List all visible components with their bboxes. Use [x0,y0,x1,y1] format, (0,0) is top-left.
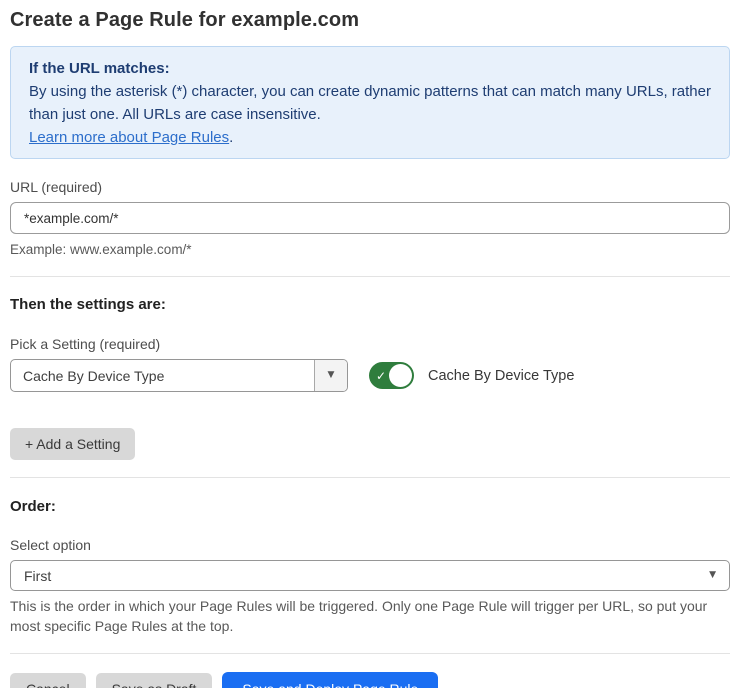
learn-more-link[interactable]: Learn more about Page Rules [29,129,229,146]
page-title: Create a Page Rule for example.com [10,9,730,31]
info-box-link-line: Learn more about Page Rules. [29,126,711,149]
pick-setting-label: Pick a Setting (required) [10,336,730,352]
dropdown-arrow-icon: ▼ [709,571,716,580]
settings-heading: Then the settings are: [10,296,730,313]
url-input[interactable] [10,202,730,234]
setting-row: Cache By Device Type ▼ ✓ Cache By Device… [10,359,730,392]
toggle-knob [389,364,412,387]
save-draft-button[interactable]: Save as Draft [96,673,213,688]
order-heading: Order: [10,498,730,515]
add-setting-button[interactable]: + Add a Setting [10,428,135,460]
section-divider [10,276,730,277]
setting-select-value[interactable]: Cache By Device Type [11,360,314,391]
footer-divider [10,653,730,654]
checkmark-icon: ✓ [376,370,386,382]
page-rule-form: Create a Page Rule for example.com If th… [0,0,750,688]
order-select[interactable]: First ▼ [10,560,730,591]
link-period: . [229,129,233,146]
toggle-label: Cache By Device Type [428,368,574,384]
info-box-body: By using the asterisk (*) character, you… [29,80,711,126]
order-select-label: Select option [10,537,730,553]
cache-by-device-toggle[interactable]: ✓ [369,362,414,389]
url-label: URL (required) [10,179,730,195]
section-divider [10,477,730,478]
info-box-heading: If the URL matches: [29,57,711,80]
order-helper-text: This is the order in which your Page Rul… [10,596,724,636]
setting-select-arrow-button[interactable]: ▼ [314,360,347,391]
setting-select[interactable]: Cache By Device Type ▼ [10,359,348,392]
order-select-value: First [24,568,51,584]
save-deploy-button[interactable]: Save and Deploy Page Rule [222,672,438,688]
footer-actions: Cancel Save as Draft Save and Deploy Pag… [10,672,730,688]
cancel-button[interactable]: Cancel [10,673,86,688]
dropdown-arrow-icon: ▼ [328,371,335,380]
url-match-info-box: If the URL matches: By using the asteris… [10,46,730,159]
url-example-helper: Example: www.example.com/* [10,241,730,259]
